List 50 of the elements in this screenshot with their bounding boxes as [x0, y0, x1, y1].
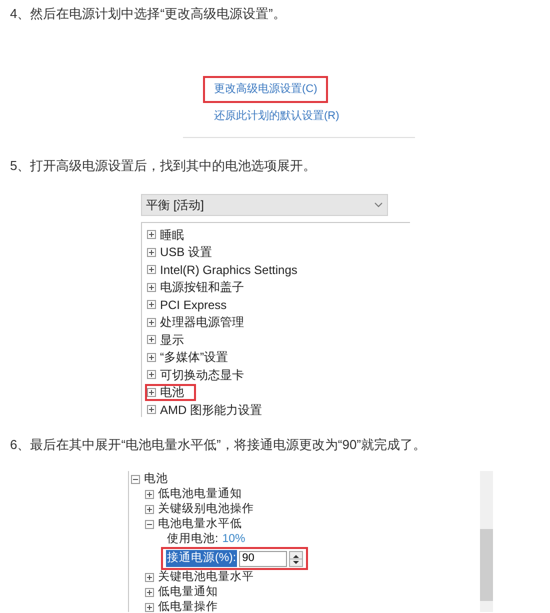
setting-label: 接通电源(%):	[166, 550, 238, 568]
scrollbar-thumb[interactable]	[480, 529, 493, 601]
expand-icon[interactable]	[145, 573, 154, 582]
tree-item[interactable]: 睡眠	[160, 226, 184, 244]
tree-item[interactable]: 处理器电源管理	[160, 313, 244, 332]
tree-item[interactable]: 低电量操作	[158, 599, 218, 612]
expand-icon[interactable]	[147, 265, 156, 274]
expand-icon[interactable]	[147, 318, 156, 327]
expand-icon[interactable]	[147, 370, 156, 380]
link[interactable]: 更改高级电源设置(C)	[203, 76, 328, 102]
setting-label: 使用电池:	[167, 532, 218, 547]
tree-item[interactable]: AMD 图形能力设置	[160, 400, 262, 419]
expand-icon[interactable]	[147, 405, 156, 414]
tree-item[interactable]: 关键电池电量水平	[158, 569, 254, 586]
expand-icon[interactable]	[145, 505, 154, 514]
link[interactable]: 还原此计划的默认设置(R)	[203, 102, 350, 129]
tree-item[interactable]: 电池	[160, 383, 184, 402]
tree-item[interactable]: Intel(R) Graphics Settings	[160, 260, 298, 279]
tree-item[interactable]: 电池电量水平低	[158, 516, 242, 534]
plan-dropdown[interactable]: 平衡 [活动]	[141, 194, 388, 216]
scrollbar[interactable]	[480, 471, 493, 612]
tree-item[interactable]: USB 设置	[160, 243, 212, 262]
tree-item[interactable]: 低电池电量通知	[158, 486, 242, 504]
tree-item[interactable]: 关键级别电池操作	[158, 500, 254, 518]
step-text: 6、最后在其中展开“电池电量水平低”，将接通电源更改为“90”就完成了。	[10, 436, 428, 454]
tree-item[interactable]: 电池	[144, 471, 168, 488]
setting-value[interactable]: 10%	[222, 530, 246, 548]
expand-icon[interactable]	[147, 230, 156, 240]
expand-icon[interactable]	[147, 352, 156, 362]
collapse-icon[interactable]	[145, 520, 154, 529]
expand-icon[interactable]	[147, 335, 156, 344]
tree-item[interactable]: 可切换动态显卡	[160, 366, 244, 384]
tree-item[interactable]: “多媒体”设置	[160, 348, 228, 366]
number-field[interactable]: 90	[239, 550, 288, 567]
step-text: 5、打开高级电源设置后，找到其中的电池选项展开。	[10, 157, 318, 175]
tree-item[interactable]: 低电量通知	[158, 584, 218, 602]
chevron-icon	[374, 202, 383, 208]
expand-icon[interactable]	[147, 248, 156, 257]
tree-item[interactable]: 电源按钮和盖子	[160, 278, 244, 296]
tree-item[interactable]: PCI Express	[160, 296, 227, 314]
tree-item[interactable]: 显示	[160, 330, 184, 349]
expand-icon[interactable]	[147, 300, 156, 310]
expand-icon[interactable]	[145, 588, 154, 598]
expand-icon[interactable]	[145, 490, 154, 499]
expand-icon[interactable]	[147, 282, 156, 292]
step-text: 4、然后在电源计划中选择“更改高级电源设置”。	[10, 5, 287, 23]
expand-icon[interactable]	[147, 388, 156, 397]
spin-buttons[interactable]	[289, 550, 304, 567]
expand-icon[interactable]	[145, 603, 154, 612]
collapse-icon[interactable]	[131, 475, 140, 484]
